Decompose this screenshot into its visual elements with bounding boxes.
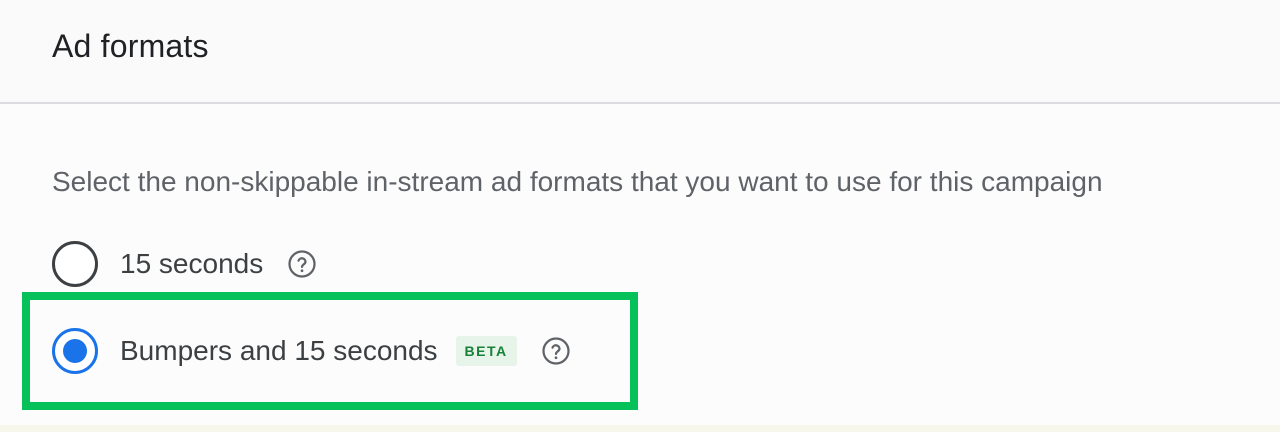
radio-selected-dot xyxy=(63,339,87,363)
option-bumpers-15-seconds[interactable]: Bumpers and 15 seconds BETA xyxy=(52,327,571,375)
radio-15-seconds[interactable] xyxy=(52,241,98,287)
bottom-divider-strip xyxy=(0,425,1280,432)
beta-badge: BETA xyxy=(455,336,517,366)
help-circle-icon[interactable] xyxy=(541,336,571,366)
help-circle-icon[interactable] xyxy=(287,249,317,279)
option-label-15-seconds[interactable]: 15 seconds xyxy=(120,248,263,280)
section-header: Ad formats xyxy=(0,0,1280,104)
radio-bumpers-15-seconds[interactable] xyxy=(52,328,98,374)
ad-formats-panel: Ad formats Select the non-skippable in-s… xyxy=(0,0,1280,432)
option-label-bumpers-15-seconds[interactable]: Bumpers and 15 seconds xyxy=(120,335,438,367)
ad-format-description: Select the non-skippable in-stream ad fo… xyxy=(52,166,1103,197)
section-title: Ad formats xyxy=(52,28,209,64)
option-15-seconds[interactable]: 15 seconds xyxy=(52,240,317,288)
